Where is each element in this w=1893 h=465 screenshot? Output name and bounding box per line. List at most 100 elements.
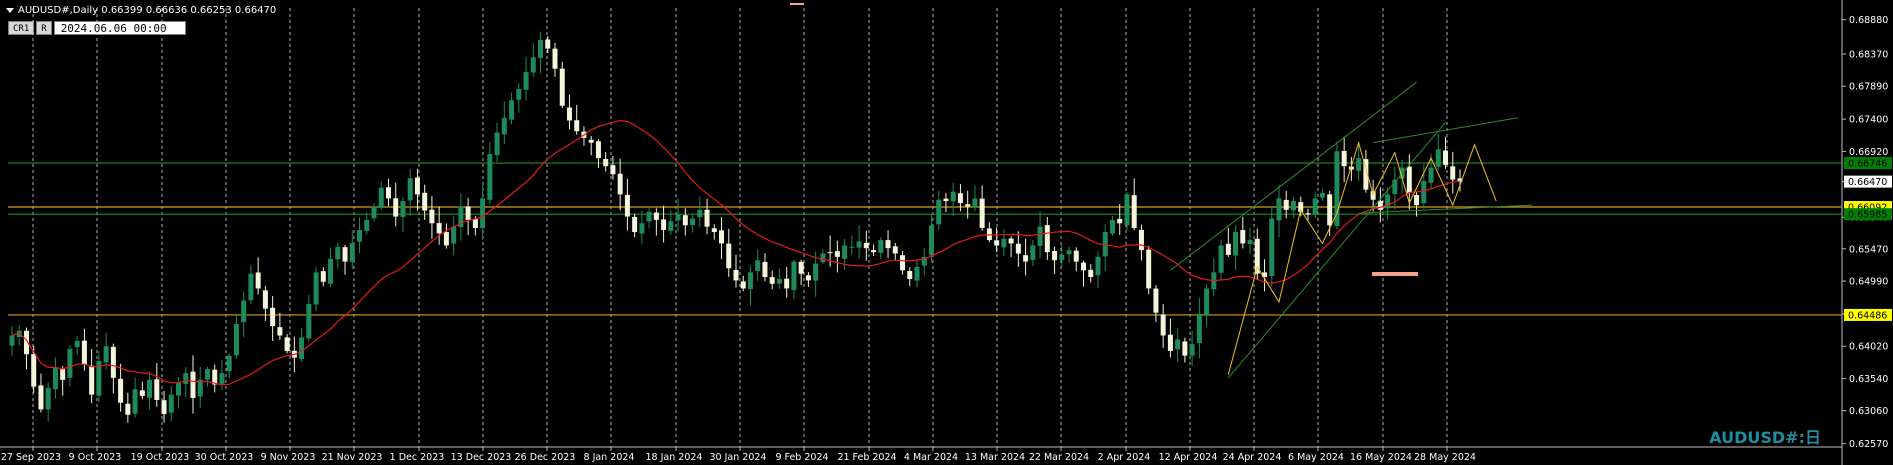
candle-body[interactable]: [1327, 194, 1333, 226]
price-chart[interactable]: 0.68880 0.68370 0.67890 0.67400 0.66920 0.664…: [0, 0, 1893, 465]
candle-body[interactable]: [31, 353, 37, 387]
candle-body[interactable]: [349, 243, 355, 262]
candle-body[interactable]: [1370, 191, 1376, 200]
candle-body[interactable]: [1117, 218, 1123, 224]
candle-body[interactable]: [465, 206, 471, 220]
candle-body[interactable]: [378, 187, 384, 208]
candle-body[interactable]: [610, 165, 616, 175]
candle-body[interactable]: [1443, 150, 1449, 165]
candle-body[interactable]: [1240, 230, 1246, 244]
candle-body[interactable]: [429, 209, 435, 224]
candle-body[interactable]: [89, 365, 95, 395]
candle-body[interactable]: [494, 132, 500, 156]
candle-body[interactable]: [1377, 200, 1383, 210]
candle-body[interactable]: [740, 281, 746, 289]
candle-body[interactable]: [52, 367, 58, 390]
candle-body[interactable]: [1356, 158, 1362, 171]
candle-body[interactable]: [863, 242, 869, 249]
candle-body[interactable]: [248, 273, 254, 301]
candle-body[interactable]: [516, 88, 522, 100]
candle-body[interactable]: [820, 253, 826, 263]
candle-body[interactable]: [472, 219, 478, 228]
candle-body[interactable]: [784, 278, 790, 289]
candle-body[interactable]: [60, 369, 66, 380]
candle-body[interactable]: [892, 246, 898, 254]
candle-body[interactable]: [1146, 249, 1152, 289]
candle-body[interactable]: [726, 243, 732, 269]
candle-body[interactable]: [682, 215, 688, 226]
candle-body[interactable]: [878, 240, 884, 253]
candle-body[interactable]: [928, 225, 934, 256]
candle-body[interactable]: [1421, 180, 1427, 204]
candle-body[interactable]: [588, 139, 594, 143]
candle-body[interactable]: [914, 266, 920, 281]
candle-body[interactable]: [1023, 255, 1029, 262]
candle-body[interactable]: [733, 269, 739, 281]
candle-body[interactable]: [233, 324, 239, 356]
candle-body[interactable]: [1290, 201, 1296, 211]
candle-body[interactable]: [81, 340, 87, 365]
candle-body[interactable]: [313, 272, 319, 305]
candle-body[interactable]: [624, 194, 630, 217]
candle-body[interactable]: [183, 373, 189, 384]
candle-body[interactable]: [357, 229, 363, 242]
candle-body[interactable]: [501, 117, 507, 135]
candle-body[interactable]: [74, 340, 80, 348]
candle-body[interactable]: [1450, 166, 1456, 180]
candle-body[interactable]: [603, 158, 609, 167]
candle-body[interactable]: [1175, 339, 1181, 350]
candle-body[interactable]: [1044, 225, 1050, 253]
candle-body[interactable]: [422, 192, 428, 211]
candle-body[interactable]: [9, 335, 15, 346]
candle-body[interactable]: [320, 271, 326, 282]
candle-body[interactable]: [653, 212, 659, 220]
candle-body[interactable]: [675, 214, 681, 221]
candle-body[interactable]: [226, 355, 232, 372]
candle-body[interactable]: [986, 228, 992, 241]
marker-bar[interactable]: [1372, 272, 1418, 276]
candle-body[interactable]: [306, 303, 312, 339]
candle-body[interactable]: [798, 261, 804, 274]
candle-body[interactable]: [530, 57, 536, 73]
candle-body[interactable]: [755, 260, 761, 272]
candle-body[interactable]: [364, 219, 370, 231]
candle-body[interactable]: [661, 219, 667, 230]
candle-body[interactable]: [1276, 198, 1282, 221]
candle-body[interactable]: [711, 228, 717, 233]
candle-body[interactable]: [110, 346, 116, 378]
candle-body[interactable]: [1008, 238, 1014, 244]
candle-body[interactable]: [1247, 240, 1253, 245]
candle-body[interactable]: [443, 232, 449, 246]
candle-body[interactable]: [791, 261, 797, 291]
candle-body[interactable]: [900, 255, 906, 271]
candle-body[interactable]: [849, 246, 855, 248]
candle-body[interactable]: [1088, 269, 1094, 278]
candle-body[interactable]: [813, 263, 819, 281]
candle-body[interactable]: [147, 379, 153, 398]
candle-body[interactable]: [595, 141, 601, 159]
candle-body[interactable]: [871, 250, 877, 253]
candle-body[interactable]: [407, 178, 413, 201]
candle-body[interactable]: [1305, 213, 1311, 215]
candle-body[interactable]: [1319, 193, 1325, 198]
candle-body[interactable]: [487, 154, 493, 200]
candle-body[interactable]: [632, 216, 638, 233]
candle-body[interactable]: [617, 173, 623, 195]
candle-body[interactable]: [371, 206, 377, 219]
candle-body[interactable]: [1015, 243, 1021, 254]
candle-body[interactable]: [1059, 254, 1065, 260]
candle-body[interactable]: [219, 373, 225, 384]
candle-body[interactable]: [1341, 150, 1347, 167]
candle-body[interactable]: [118, 378, 124, 403]
candle-body[interactable]: [161, 400, 167, 415]
candle-body[interactable]: [1153, 288, 1159, 313]
candle-body[interactable]: [284, 337, 290, 351]
candle-body[interactable]: [957, 193, 963, 204]
candle-body[interactable]: [994, 240, 1000, 246]
candle-body[interactable]: [509, 100, 515, 120]
candle-body[interactable]: [190, 371, 196, 398]
candle-body[interactable]: [1124, 194, 1130, 226]
candle-body[interactable]: [1052, 250, 1058, 261]
candle-body[interactable]: [856, 241, 862, 248]
candle-body[interactable]: [668, 221, 674, 231]
